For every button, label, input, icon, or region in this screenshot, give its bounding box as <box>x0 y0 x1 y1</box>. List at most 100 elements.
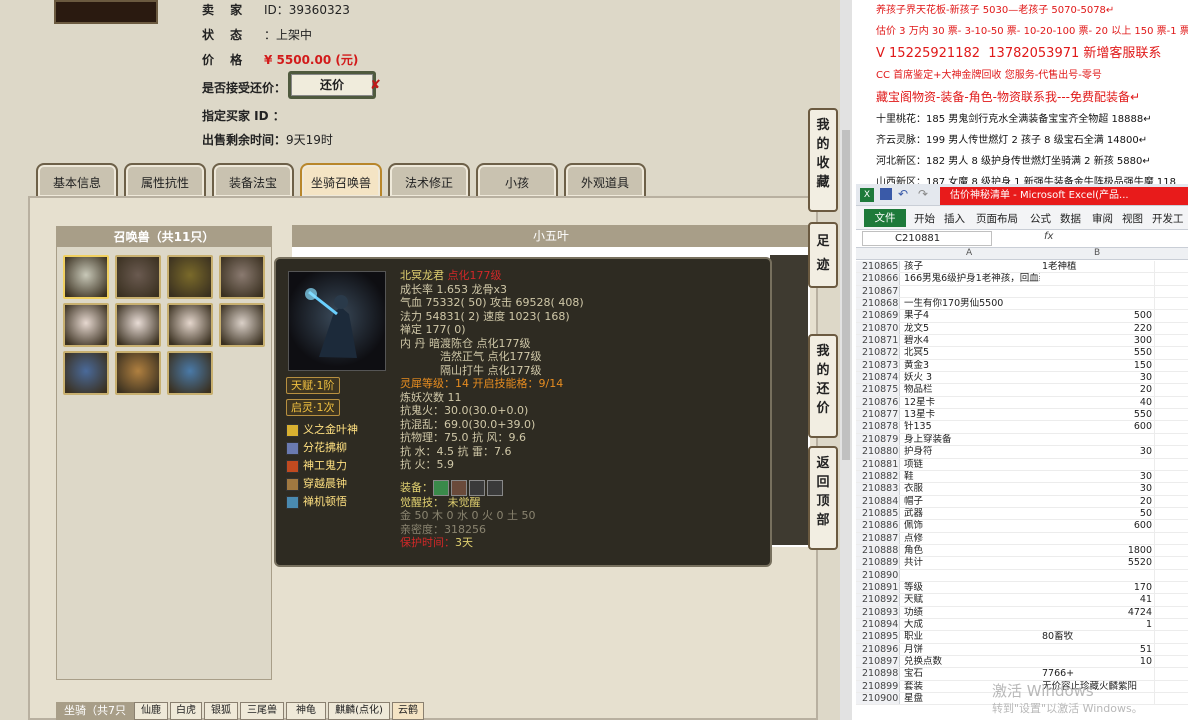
cell-a[interactable]: 针135 <box>904 421 1040 433</box>
undo-icon[interactable]: ↶ <box>898 187 908 201</box>
row-number[interactable]: 210888 <box>856 544 900 557</box>
cell-c[interactable] <box>1154 347 1188 359</box>
ribbon-tab[interactable]: 插入 <box>944 211 965 226</box>
cell-b[interactable]: 80畜牧 <box>1042 631 1152 643</box>
row-number[interactable]: 210866 <box>856 273 900 285</box>
pet-skill[interactable]: 分花拂柳 <box>286 439 396 457</box>
row-number[interactable]: 210865 <box>856 261 900 273</box>
pet-skill[interactable]: 穿越晨钟 <box>286 475 396 493</box>
cell-b[interactable]: 50 <box>1042 508 1152 520</box>
favorites-button[interactable]: 我的收藏 <box>808 108 838 212</box>
cell-b[interactable]: 4724 <box>1042 607 1152 619</box>
ribbon-tab[interactable]: 审阅 <box>1092 211 1113 226</box>
cell-a[interactable]: 月饼 <box>904 644 1040 656</box>
cell-c[interactable] <box>1154 483 1188 495</box>
summon-pet-icon[interactable] <box>63 351 109 395</box>
cell-b[interactable]: 51 <box>1042 644 1152 656</box>
cell-a[interactable]: 大成 <box>904 619 1040 631</box>
cell-a[interactable]: 衣服 <box>904 483 1040 495</box>
page-scrollbar-thumb[interactable] <box>842 130 850 460</box>
cell-b[interactable]: 500 <box>1042 310 1152 322</box>
cell-b[interactable]: 600 <box>1042 520 1152 532</box>
row-number[interactable]: 210896 <box>856 643 900 655</box>
summon-pet-icon[interactable] <box>63 255 109 299</box>
cell-b[interactable]: 1800 <box>1042 545 1152 557</box>
mount-tab[interactable]: 银狐 <box>204 702 238 720</box>
cell-b[interactable]: 30 <box>1042 372 1152 384</box>
row-number[interactable]: 210884 <box>856 495 900 507</box>
equip-slot-1-icon[interactable] <box>433 479 449 496</box>
cell-c[interactable] <box>1154 384 1188 396</box>
fx-icon[interactable]: fx <box>1044 231 1053 242</box>
pet-skill[interactable]: 神工鬼力 <box>286 457 396 475</box>
cell-a[interactable]: 一生有你170男仙5500 <box>904 298 1040 310</box>
cell-c[interactable] <box>1154 643 1188 655</box>
cell-a[interactable]: 护身符 <box>904 446 1040 458</box>
row-number[interactable]: 210894 <box>856 618 900 631</box>
row-number[interactable]: 210890 <box>856 569 900 581</box>
row-number[interactable]: 210868 <box>856 298 900 310</box>
row-number[interactable]: 210877 <box>856 409 900 421</box>
row-number[interactable]: 210870 <box>856 322 900 335</box>
footprint-button[interactable]: 足迹 <box>808 222 838 288</box>
cell-a[interactable]: 物品栏 <box>904 384 1040 396</box>
cell-b[interactable]: 1老神植 <box>1042 261 1152 273</box>
cell-c[interactable] <box>1154 618 1188 631</box>
cell-b[interactable]: 1 <box>1042 619 1152 631</box>
cell-a[interactable]: 鞋 <box>904 471 1040 483</box>
cell-c[interactable] <box>1154 458 1188 470</box>
ribbon-tab[interactable]: 数据 <box>1060 211 1081 226</box>
cell-b[interactable]: 20 <box>1042 496 1152 508</box>
cell-c[interactable] <box>1154 335 1188 347</box>
summon-pet-icon[interactable] <box>167 351 213 395</box>
cell-b[interactable]: 220 <box>1042 323 1152 335</box>
row-number[interactable]: 210867 <box>856 285 900 298</box>
tab-spell-mods[interactable]: 法术修正 <box>388 163 470 197</box>
summon-pet-icon[interactable] <box>167 303 213 347</box>
cell-a[interactable]: 果子4 <box>904 310 1040 322</box>
equip-slot-4-icon[interactable] <box>487 479 503 496</box>
row-number[interactable]: 210895 <box>856 631 900 643</box>
cell-b[interactable]: 7766+ <box>1042 668 1152 680</box>
cell-a[interactable]: 项链 <box>904 459 1040 471</box>
cell-c[interactable] <box>1154 668 1188 680</box>
ribbon-tab[interactable]: 公式 <box>1030 211 1051 226</box>
row-number[interactable]: 210871 <box>856 335 900 347</box>
row-number[interactable]: 210891 <box>856 581 900 594</box>
row-number[interactable]: 210880 <box>856 446 900 458</box>
redo-icon[interactable]: ↷ <box>918 187 928 201</box>
summon-pet-icon[interactable] <box>115 303 161 347</box>
cell-c[interactable] <box>1154 557 1188 569</box>
cell-b[interactable]: 30 <box>1042 483 1152 495</box>
pet-skill[interactable]: 禅机顿悟 <box>286 493 396 511</box>
cell-b[interactable]: 20 <box>1042 384 1152 396</box>
row-number[interactable]: 210900 <box>856 693 900 705</box>
cell-a[interactable]: 等级 <box>904 582 1040 594</box>
row-number[interactable]: 210883 <box>856 483 900 495</box>
row-number[interactable]: 210898 <box>856 668 900 680</box>
cell-c[interactable] <box>1154 322 1188 335</box>
cell-c[interactable] <box>1154 433 1188 446</box>
tab-appearance[interactable]: 外观道具 <box>564 163 646 197</box>
tab-children[interactable]: 小孩 <box>476 163 558 197</box>
tab-mounts-summons[interactable]: 坐骑召唤兽 <box>300 163 382 197</box>
row-number[interactable]: 210887 <box>856 532 900 544</box>
cell-a[interactable]: 角色 <box>904 545 1040 557</box>
cell-c[interactable] <box>1154 544 1188 557</box>
mount-tab[interactable]: 麒麟(点化) <box>328 702 390 720</box>
cell-a[interactable]: 龙文5 <box>904 323 1040 335</box>
haggle-button[interactable]: 还价 <box>291 74 373 96</box>
mount-tab[interactable]: 神龟 <box>286 702 326 720</box>
cell-c[interactable] <box>1154 520 1188 532</box>
cell-a[interactable]: 妖火 3 <box>904 372 1040 384</box>
row-number[interactable]: 210899 <box>856 680 900 693</box>
tab-attributes[interactable]: 属性抗性 <box>124 163 206 197</box>
cell-b[interactable]: 5520 <box>1042 557 1152 569</box>
row-number[interactable]: 210892 <box>856 594 900 606</box>
row-number[interactable]: 210897 <box>856 656 900 668</box>
pet-skill[interactable]: 义之金叶神 <box>286 421 396 439</box>
cell-c[interactable] <box>1154 359 1188 372</box>
tab-equipment[interactable]: 装备法宝 <box>212 163 294 197</box>
row-number[interactable]: 210885 <box>856 507 900 520</box>
row-number[interactable]: 210889 <box>856 557 900 569</box>
